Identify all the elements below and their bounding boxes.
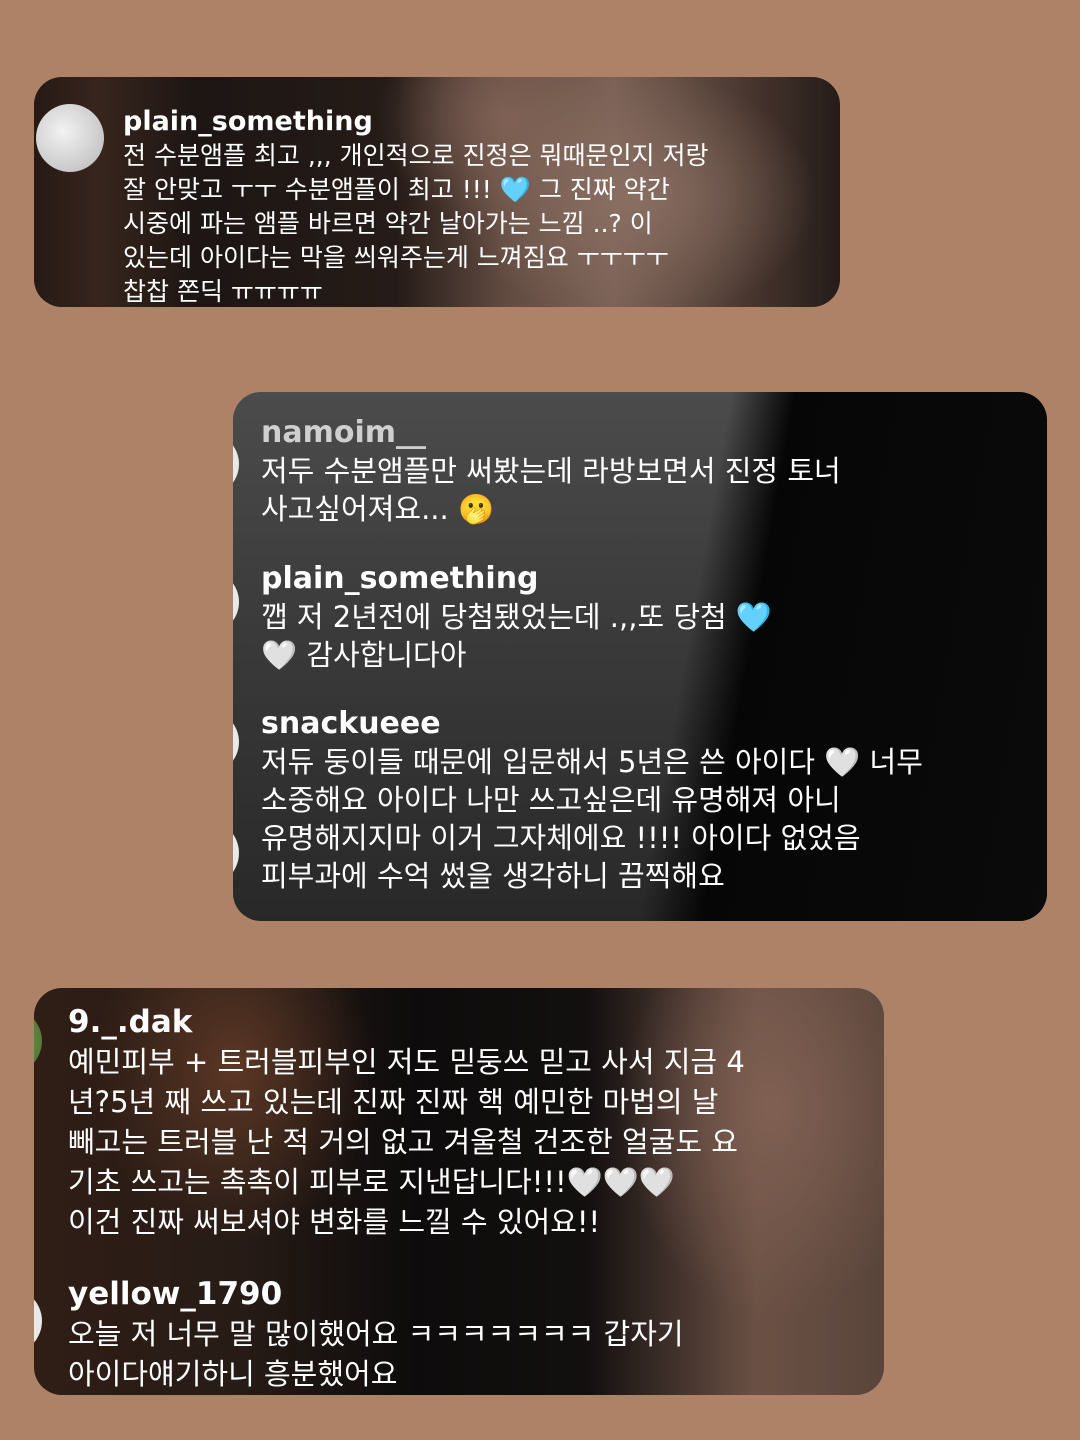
comment: snackueee 저듀 둥이들 때문에 입문해서 5년은 쓴 아이다 🤍 너무…	[261, 705, 923, 895]
comment: 9._.dak 예민피부 + 트러블피부인 저도 믿둥쓰 믿고 사서 지금 4 …	[68, 1002, 745, 1242]
comment-username[interactable]: namoim__	[261, 414, 841, 452]
comment-text: 저듀 둥이들 때문에 입문해서 5년은 쓴 아이다 🤍 너무 소중해요 아이다 …	[261, 745, 923, 893]
comment-username[interactable]: plain_something	[123, 105, 708, 139]
comment: yellow_1790 오늘 저 너무 말 많이했어요 ㅋㅋㅋㅋㅋㅋㅋ 갑자기 …	[68, 1274, 684, 1394]
comment-username[interactable]: yellow_1790	[68, 1274, 684, 1314]
comment-username[interactable]: snackueee	[261, 705, 923, 743]
comment-username[interactable]: 9._.dak	[68, 1002, 745, 1042]
avatar[interactable]	[36, 104, 104, 172]
comment-text: 전 수분앰플 최고 ,,, 개인적으로 진정은 뭐때문인지 저랑 잘 안맞고 ㅜ…	[123, 141, 709, 306]
comment-text: 예민피부 + 트러블피부인 저도 믿둥쓰 믿고 사서 지금 4 년?5년 째 쓰…	[68, 1045, 745, 1239]
comment: plain_something 전 수분앰플 최고 ,,, 개인적으로 진정은 …	[123, 105, 708, 307]
comment: plain_something 깹 저 2년전에 당첨됐었는데 .,,또 당첨 …	[261, 560, 772, 674]
comment: namoim__ 저두 수분앰플만 써봤는데 라방보면서 진정 토너 사고싶어져…	[261, 414, 841, 528]
comment-card-1: plain_something 전 수분앰플 최고 ,,, 개인적으로 진정은 …	[34, 77, 840, 307]
comment-text: 깹 저 2년전에 당첨됐었는데 .,,또 당첨 🩵 🤍 감사합니다아	[261, 600, 773, 672]
comment-card-3: 9._.dak 예민피부 + 트러블피부인 저도 믿둥쓰 믿고 사서 지금 4 …	[34, 988, 884, 1395]
comment-text: 오늘 저 너무 말 많이했어요 ㅋㅋㅋㅋㅋㅋㅋ 갑자기 아이다얘기하니 흥분했어…	[68, 1317, 684, 1391]
comment-username[interactable]: plain_something	[261, 560, 772, 598]
comment-text: 저두 수분앰플만 써봤는데 라방보면서 진정 토너 사고싶어져요... 🫢	[261, 454, 841, 526]
comment-card-2: namoim__ 저두 수분앰플만 써봤는데 라방보면서 진정 토너 사고싶어져…	[233, 392, 1047, 921]
